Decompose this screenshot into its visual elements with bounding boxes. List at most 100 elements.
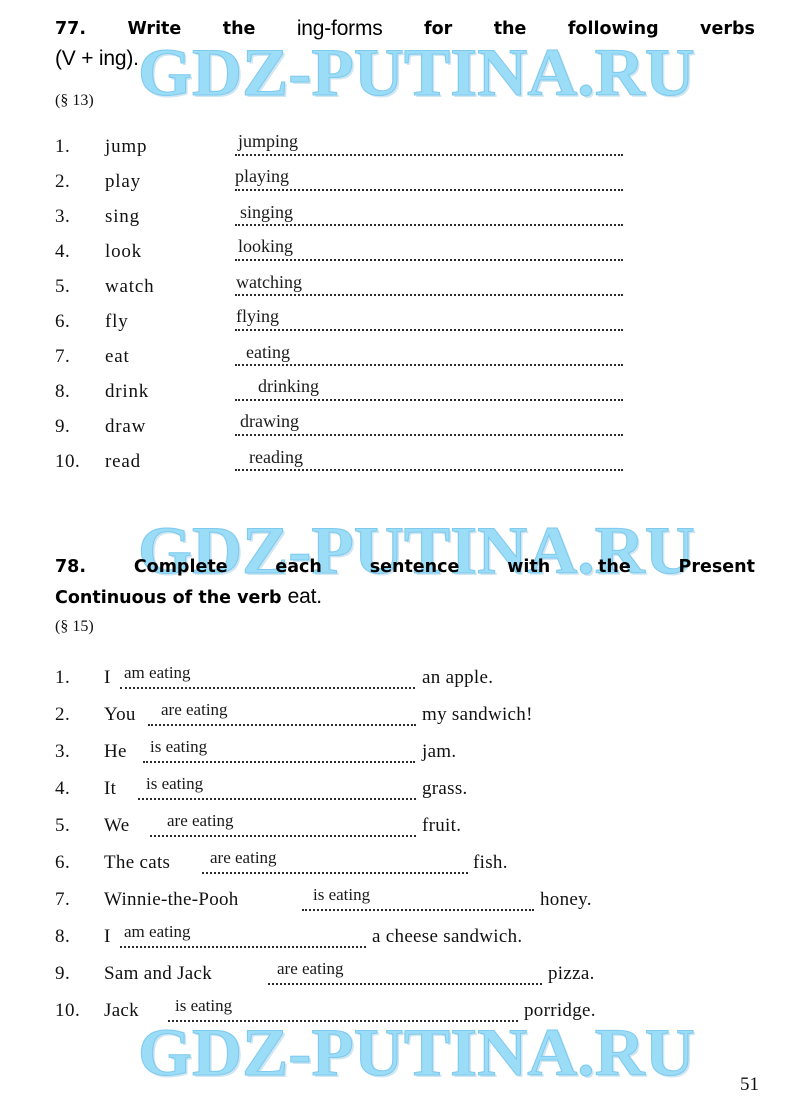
heading-line2-verb: eat. [287, 585, 322, 608]
answer-blank-line[interactable] [268, 983, 542, 985]
sentence-subject: The cats [104, 852, 171, 873]
sentence-subject: Sam and Jack [104, 963, 213, 984]
verb-label: jump [105, 136, 148, 157]
answer-blank-line[interactable] [138, 798, 416, 800]
answer-blank-line[interactable] [150, 835, 416, 837]
heading-word: sentence [369, 557, 460, 577]
answer-blank-line[interactable] [235, 469, 623, 471]
heading-word: the [598, 557, 631, 577]
sentence-subject: I [104, 926, 111, 947]
answer-text[interactable]: is eating [150, 737, 207, 757]
answer-text[interactable]: is eating [175, 996, 232, 1016]
answer-text[interactable]: is eating [146, 774, 203, 794]
heading-word-ing-forms: ing-forms [296, 17, 383, 40]
answer-blank-line[interactable] [143, 761, 415, 763]
sentence-subject: Jack [104, 1000, 139, 1021]
row-number: 10. [55, 1000, 81, 1021]
answer-text[interactable]: reading [249, 447, 303, 468]
row-number: 1. [55, 136, 71, 157]
exercise-78-row: 2. You are eating my sandwich! [0, 697, 785, 734]
row-number: 7. [55, 889, 71, 910]
answer-blank-line[interactable] [235, 329, 623, 331]
heading-word: verbs [700, 19, 755, 39]
answer-blank-line[interactable] [235, 399, 623, 401]
answer-text[interactable]: are eating [277, 959, 344, 979]
row-number: 2. [55, 704, 71, 725]
answer-text[interactable]: am eating [124, 663, 191, 683]
answer-blank-line[interactable] [202, 872, 468, 874]
exercise-78-heading: 78. Complete each sentence with the Pres… [55, 552, 755, 613]
exercise-77-row: 10. read reading [0, 445, 785, 480]
verb-label: sing [105, 206, 140, 227]
sentence-subject: He [104, 741, 127, 762]
answer-blank-line[interactable] [302, 909, 534, 911]
exercise-78-heading-line1: 78. Complete each sentence with the Pres… [55, 552, 755, 582]
sentence-subject: It [104, 778, 117, 799]
exercise-78-list: 1. Iam eating an apple. 2. You are eating my s… [0, 660, 785, 1030]
answer-text[interactable]: playing [235, 166, 289, 187]
heading-word: the [493, 19, 527, 39]
answer-blank-line[interactable] [168, 1020, 518, 1022]
sentence-tail: fish. [473, 852, 508, 873]
sentence-tail: an apple. [422, 667, 494, 688]
answer-blank-line[interactable] [235, 224, 623, 226]
exercise-78-row: 9. Sam and Jack are eating pizza. [0, 956, 785, 993]
answer-blank-line[interactable] [235, 364, 623, 366]
heading-word: following [567, 19, 659, 39]
verb-label: draw [105, 416, 147, 437]
sentence-tail: pizza. [548, 963, 595, 984]
row-number: 9. [55, 963, 71, 984]
sentence-tail: jam. [422, 741, 457, 762]
answer-text[interactable]: eating [246, 342, 290, 363]
answer-text[interactable]: are eating [167, 811, 234, 831]
row-number: 9. [55, 416, 71, 437]
exercise-78-row: 8. Iam eating a cheese sandwich. [0, 919, 785, 956]
answer-text[interactable]: are eating [161, 700, 228, 720]
answer-text[interactable]: watching [236, 272, 302, 293]
answer-blank-line[interactable] [235, 189, 623, 191]
exercise-77-row: 6. fly flying [0, 305, 785, 340]
answer-blank-line[interactable] [235, 154, 623, 156]
answer-blank-line[interactable] [120, 687, 415, 689]
exercise-77-heading: 77. Write the ing-forms for the followin… [55, 14, 755, 74]
heading-word: Write [127, 19, 182, 39]
exercise-77-list: 1. jump jumping 2. play playing 3. sing singing 4… [0, 130, 785, 480]
answer-text[interactable]: looking [238, 236, 293, 257]
answer-text[interactable]: drawing [240, 411, 299, 432]
row-number: 6. [55, 852, 71, 873]
answer-blank-line[interactable] [235, 434, 623, 436]
answer-blank-line[interactable] [120, 946, 366, 948]
exercise-77-section-ref: (§ 13) [55, 92, 94, 109]
answer-text[interactable]: singing [240, 202, 293, 223]
exercise-78-row: 3. He is eating jam. [0, 734, 785, 771]
answer-blank-line[interactable] [148, 724, 416, 726]
answer-text[interactable]: am eating [124, 922, 191, 942]
exercise-78-heading-line2: Continuous of the verb eat. [55, 582, 755, 613]
exercise-77-row: 4. look looking [0, 235, 785, 270]
sentence-tail: my sandwich! [422, 704, 533, 725]
answer-text[interactable]: flying [236, 306, 279, 327]
exercise-78-row: 10. Jack is eating porridge. [0, 993, 785, 1030]
sentence-tail: grass. [422, 778, 468, 799]
row-number: 8. [55, 926, 71, 947]
verb-label: watch [105, 276, 155, 297]
answer-text[interactable]: are eating [210, 848, 277, 868]
exercise-77-row: 9. draw drawing [0, 410, 785, 445]
answer-text[interactable]: jumping [238, 131, 298, 152]
answer-text[interactable]: drinking [258, 376, 319, 397]
row-number: 4. [55, 778, 71, 799]
row-number: 5. [55, 276, 71, 297]
exercise-77-number: 77. [55, 19, 87, 39]
verb-label: eat [105, 346, 130, 367]
heading-word: with [507, 557, 551, 577]
row-number: 10. [55, 451, 81, 472]
worksheet-page: GDZ-PUTINA.RU GDZ-PUTINA.RU GDZ-PUTINA.R… [0, 0, 785, 1111]
exercise-78-row: 6. The cats are eating fish. [0, 845, 785, 882]
page-number: 51 [740, 1074, 759, 1095]
exercise-78-row: 7. Winnie-the-Pooh is eating honey. [0, 882, 785, 919]
heading-word: for [423, 19, 453, 39]
answer-blank-line[interactable] [235, 294, 623, 296]
answer-text[interactable]: is eating [313, 885, 370, 905]
answer-blank-line[interactable] [235, 259, 623, 261]
sentence-tail: porridge. [524, 1000, 596, 1021]
